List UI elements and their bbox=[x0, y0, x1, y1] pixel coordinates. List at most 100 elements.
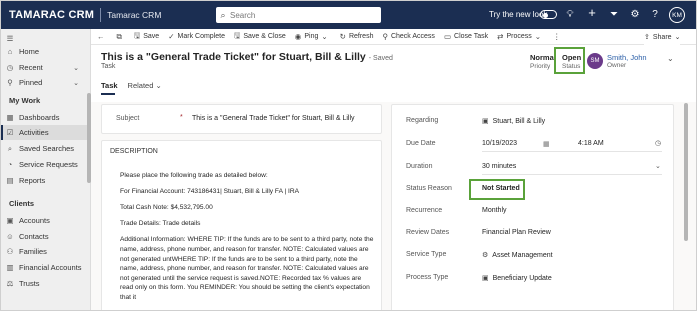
chevron-down-icon[interactable]: ⌄ bbox=[73, 64, 79, 72]
sidebar-item-accounts[interactable]: ▣ Accounts bbox=[1, 213, 87, 228]
due-date-input[interactable]: 10/19/2023 bbox=[482, 140, 517, 147]
process-button[interactable]: ⇄ Process ⌄ bbox=[497, 32, 544, 41]
mark-complete-label: Mark Complete bbox=[177, 33, 225, 40]
help-icon[interactable]: ? bbox=[649, 9, 661, 21]
regarding-value[interactable]: ▣ Stuart, Bill & Lilly bbox=[482, 117, 545, 125]
user-avatar[interactable]: KM bbox=[669, 7, 685, 23]
families-icon: ⚇ bbox=[6, 247, 14, 256]
description-textarea[interactable]: Please place the following trade as deta… bbox=[120, 171, 374, 309]
sidebar-header-clients: Clients bbox=[9, 199, 35, 208]
recurrence-select[interactable]: Monthly bbox=[482, 207, 507, 214]
owner-value[interactable]: Smith, John bbox=[607, 53, 647, 62]
sidebar-item-label: Contacts bbox=[19, 232, 49, 241]
command-bar: ← ⧉ 🖫︎ Save ✓ Mark Complete 🖫︎ Save & Close… bbox=[91, 29, 696, 45]
priority-value: Normal bbox=[530, 53, 556, 62]
app-name[interactable]: Tamarac CRM bbox=[107, 10, 161, 20]
service-type-value[interactable]: ⚙ Asset Management bbox=[482, 251, 553, 259]
tab-related[interactable]: Related ⌄ bbox=[128, 81, 162, 94]
back-button[interactable]: ← bbox=[97, 32, 108, 41]
sidebar-item-contacts[interactable]: ☺ Contacts bbox=[1, 229, 87, 244]
service-type-label: Service Type bbox=[406, 251, 447, 258]
brand-logo: TAMARAC CRM bbox=[9, 9, 95, 21]
share-label: Share bbox=[652, 33, 672, 41]
tab-task[interactable]: Task bbox=[101, 81, 118, 95]
sidebar-item-activities[interactable]: ☑ Activities bbox=[1, 125, 87, 140]
sidebar-item-label: Home bbox=[19, 47, 40, 56]
sidebar-item-label: Dashboards bbox=[19, 113, 60, 122]
saved-indicator: - Saved bbox=[368, 55, 393, 62]
global-search-input[interactable]: ⌕ Search bbox=[216, 7, 381, 23]
priority-field[interactable]: Normal Priority bbox=[530, 53, 556, 70]
save-button[interactable]: 🖫︎ Save bbox=[134, 30, 159, 43]
sidebar-item-pinned[interactable]: ⚲ Pinned ⌄ bbox=[1, 75, 87, 90]
app-window: TAMARAC CRM Tamarac CRM ⌕ Search Try the… bbox=[0, 0, 697, 311]
duration-select[interactable]: 30 minutes bbox=[482, 163, 516, 170]
mark-complete-button[interactable]: ✓ Mark Complete bbox=[168, 32, 225, 41]
process-type-value[interactable]: ▣ Beneficiary Update bbox=[482, 274, 552, 282]
ping-button[interactable]: ◉ Ping ⌄ bbox=[295, 32, 331, 41]
pin-icon: ⚲ bbox=[7, 78, 13, 87]
regarding-label: Regarding bbox=[406, 117, 439, 124]
sidebar-scrollbar[interactable] bbox=[87, 93, 91, 183]
close-task-button[interactable]: ▭ Close Task bbox=[444, 32, 488, 41]
gear-icon[interactable]: ⚙ bbox=[629, 9, 641, 21]
status-highlight-box bbox=[554, 47, 585, 74]
sidebar-item-saved-searches[interactable]: ⌕ Saved Searches bbox=[1, 141, 87, 156]
save-close-button[interactable]: 🖫︎ Save & Close bbox=[234, 30, 286, 43]
regarding-text: Stuart, Bill & Lilly bbox=[492, 118, 546, 125]
activities-icon: ☑ bbox=[6, 128, 14, 137]
main-scrollbar[interactable] bbox=[684, 103, 688, 241]
duration-label: Duration bbox=[406, 163, 433, 170]
sidebar-item-label: Financial Accounts bbox=[19, 263, 82, 272]
sidebar-header-my-work: My Work bbox=[9, 96, 41, 105]
chevron-down-icon: ⌄ bbox=[155, 81, 162, 90]
required-asterisk: * bbox=[180, 114, 183, 121]
service-type-text: Asset Management bbox=[492, 252, 553, 259]
calendar-icon[interactable]: ▦ bbox=[543, 140, 550, 148]
due-date-label: Due Date bbox=[406, 140, 436, 147]
owner-avatar: SM bbox=[587, 53, 603, 69]
lightbulb-icon[interactable]: 💡︎ bbox=[564, 9, 576, 21]
refresh-icon: ↻ bbox=[339, 32, 346, 41]
sidebar-item-label: Accounts bbox=[19, 216, 50, 225]
header-expand-chevron-icon[interactable]: ⌄ bbox=[667, 54, 674, 63]
owner-field[interactable]: Smith, John Owner bbox=[607, 53, 647, 69]
check-access-button[interactable]: ⚲ Check Access bbox=[382, 32, 434, 41]
clock-icon[interactable]: ◷ bbox=[655, 139, 661, 147]
subject-input[interactable]: This is a "General Trade Ticket" for Stu… bbox=[192, 115, 355, 122]
description-paragraph: Trade Details: Trade details bbox=[120, 220, 201, 228]
sidebar-item-trusts[interactable]: ⚖ Trusts bbox=[1, 276, 87, 291]
sidebar-item-home[interactable]: ⌂ Home bbox=[1, 44, 87, 59]
trusts-icon: ⚖ bbox=[6, 279, 14, 288]
open-in-new-window-button[interactable]: ⧉ bbox=[117, 32, 125, 42]
sidebar-item-financial-accounts[interactable]: ▥ Financial Accounts bbox=[1, 260, 87, 275]
save-close-icon: 🖫︎ bbox=[233, 31, 241, 40]
sidebar-item-dashboards[interactable]: ▦ Dashboards bbox=[1, 110, 87, 125]
share-button[interactable]: ⇪ Share ⌄ bbox=[644, 29, 681, 45]
subject-card: Subject * This is a "General Trade Ticke… bbox=[101, 104, 382, 134]
more-commands-button[interactable]: ⋮ bbox=[553, 32, 564, 41]
new-look-toggle[interactable] bbox=[540, 10, 557, 19]
chevron-down-icon: ⌄ bbox=[534, 32, 542, 41]
contacts-icon: ☺ bbox=[6, 232, 14, 241]
plus-icon[interactable]: + bbox=[586, 6, 598, 19]
priority-label: Priority bbox=[530, 63, 551, 70]
chevron-down-icon[interactable]: ⌄ bbox=[655, 162, 661, 170]
filter-icon[interactable]: ⏷ bbox=[608, 9, 620, 21]
chevron-down-icon[interactable]: ⌄ bbox=[73, 79, 79, 87]
record-title-text: This is a "General Trade Ticket" for Stu… bbox=[101, 51, 366, 63]
refresh-button[interactable]: ↻ Refresh bbox=[340, 32, 374, 41]
sidebar-item-label: Saved Searches bbox=[19, 144, 75, 153]
sidebar-item-families[interactable]: ⚇ Families bbox=[1, 244, 87, 259]
review-dates-select[interactable]: Financial Plan Review bbox=[482, 229, 551, 236]
recurrence-label: Recurrence bbox=[406, 207, 443, 214]
sidebar-item-recent[interactable]: ◷ Recent ⌄ bbox=[1, 60, 87, 75]
accounts-icon: ▣ bbox=[6, 216, 14, 225]
sidebar-item-service-requests[interactable]: ◔ Service Requests bbox=[1, 157, 87, 172]
search-placeholder: Search bbox=[230, 10, 256, 20]
subject-label: Subject bbox=[116, 115, 140, 122]
sidebar-item-label: Families bbox=[19, 247, 47, 256]
due-time-input[interactable]: 4:18 AM bbox=[578, 140, 604, 147]
sidebar-item-reports[interactable]: ▤ Reports bbox=[1, 173, 87, 188]
process-type-text: Beneficiary Update bbox=[492, 275, 552, 282]
